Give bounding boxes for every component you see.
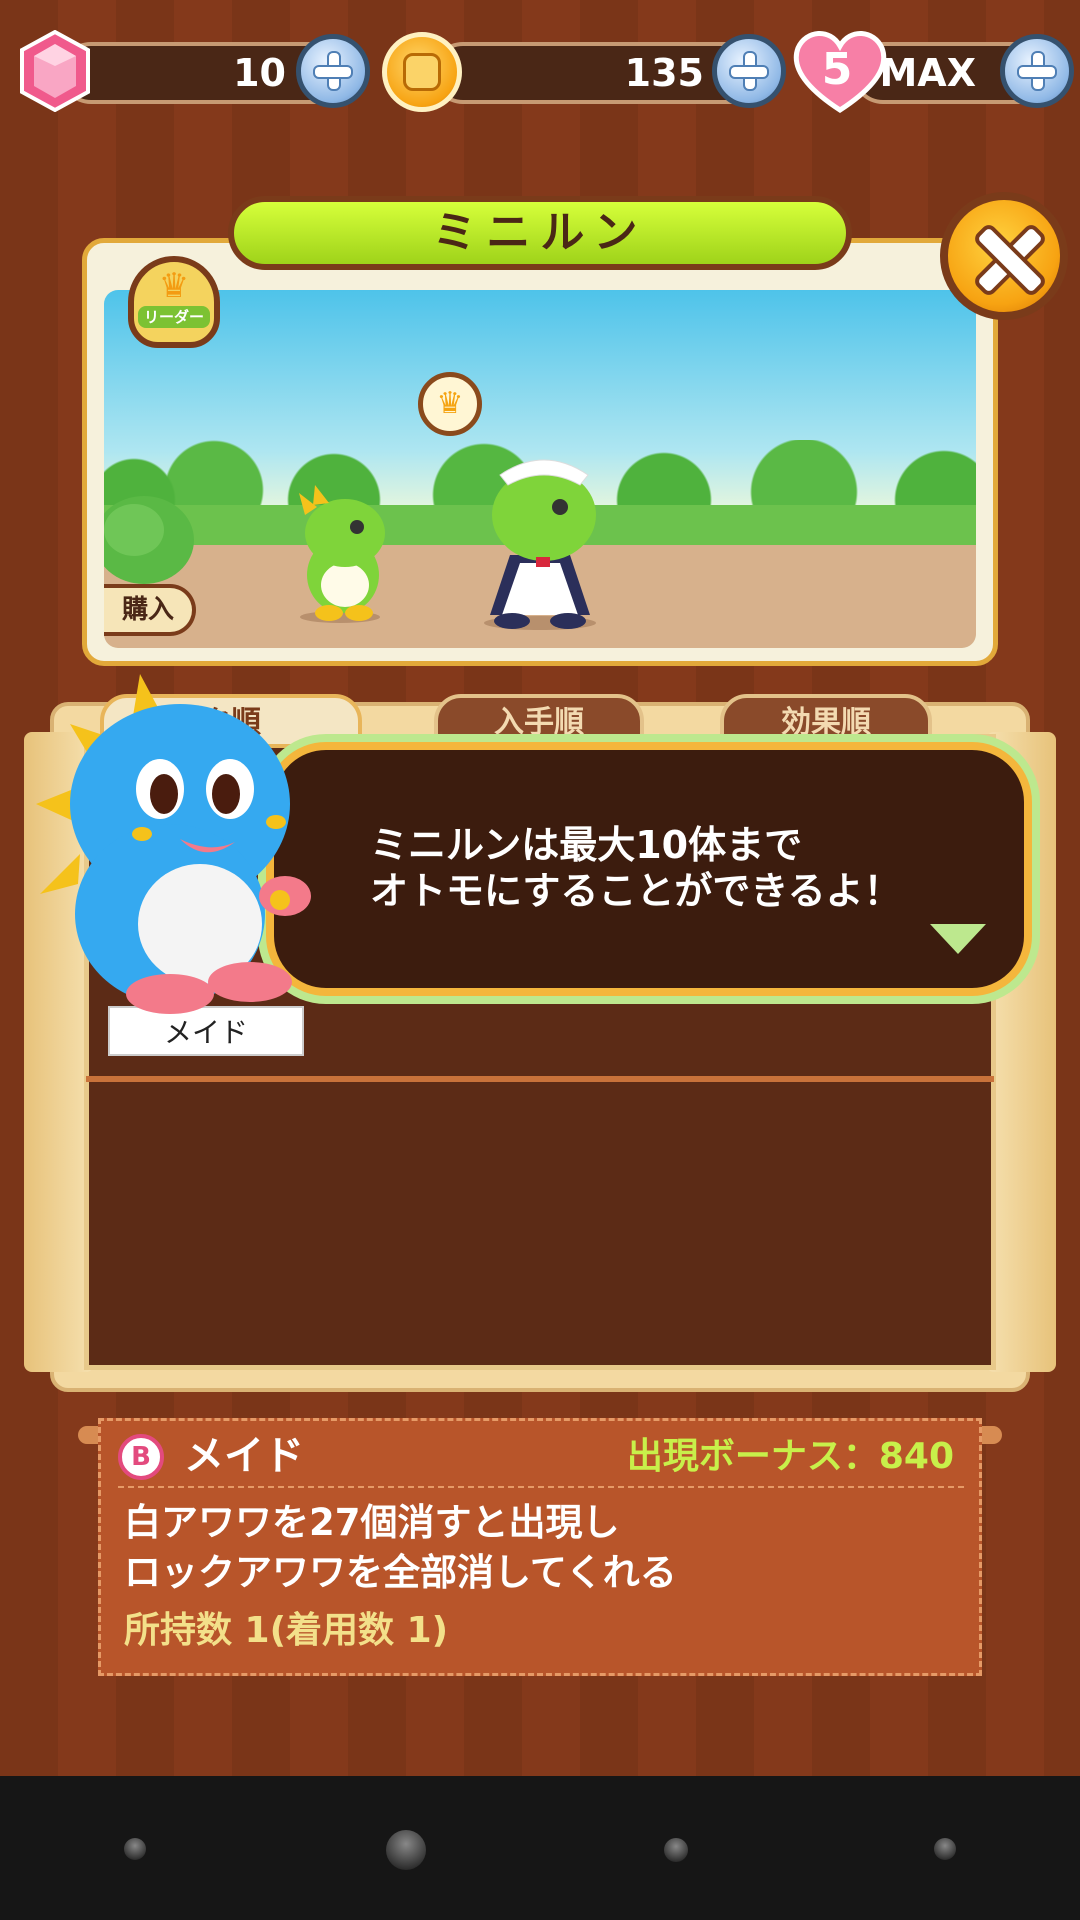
buy-button[interactable]: 購入 [104, 584, 196, 636]
crown-icon: ♛ [158, 266, 190, 306]
list-divider [86, 1076, 994, 1082]
add-gems-button[interactable] [296, 34, 370, 108]
nav-menu-button[interactable] [124, 1838, 146, 1860]
heart-state: MAX [879, 51, 976, 95]
minirun-description: 白アワワを27個消すと出現し ロックアワワを全部消してくれる [124, 1501, 677, 1594]
nav-home-button[interactable] [386, 1830, 426, 1870]
heart-count: 5 [821, 44, 853, 95]
gem-count: 10 [233, 51, 286, 95]
minirun-name: メイド [184, 1433, 304, 1479]
nav-back-button[interactable] [664, 1838, 688, 1862]
minirun-maid-character [484, 459, 596, 630]
leader-crown-icon: ♛ [418, 372, 482, 436]
close-button[interactable] [940, 192, 1068, 320]
coin-medal-icon [382, 32, 462, 112]
nav-recent-button[interactable] [934, 1838, 956, 1860]
tab-acquired-order[interactable]: 入手順 [434, 694, 644, 748]
popup-title: ミニルン [228, 196, 852, 270]
leader-badge: ♛ リーダー [128, 256, 220, 348]
minirun-green-character [299, 485, 385, 623]
appearance-bonus: 出現ボーナス：840 [626, 1436, 954, 1477]
system-nav-bar [0, 1776, 1080, 1920]
coin-count: 135 [624, 51, 704, 95]
currency-bar: 10 135 MAX 5 [0, 0, 1080, 150]
owned-count: 所持数 1(着用数 1) [124, 1610, 449, 1651]
green-partner-character [104, 496, 194, 584]
add-coins-button[interactable] [712, 34, 786, 108]
add-hearts-button[interactable] [1000, 34, 1074, 108]
tab-effect-order[interactable]: 効果順 [720, 694, 932, 748]
bub-dragon-guide-icon [36, 674, 311, 1014]
tutorial-message: ミニルンは最大10体まで オトモにすることができるよ！ [370, 823, 902, 913]
leader-label: リーダー [138, 306, 210, 328]
next-arrow-icon[interactable] [930, 924, 986, 954]
rank-badge-icon: B [118, 1434, 164, 1480]
gem-icon [20, 30, 90, 112]
